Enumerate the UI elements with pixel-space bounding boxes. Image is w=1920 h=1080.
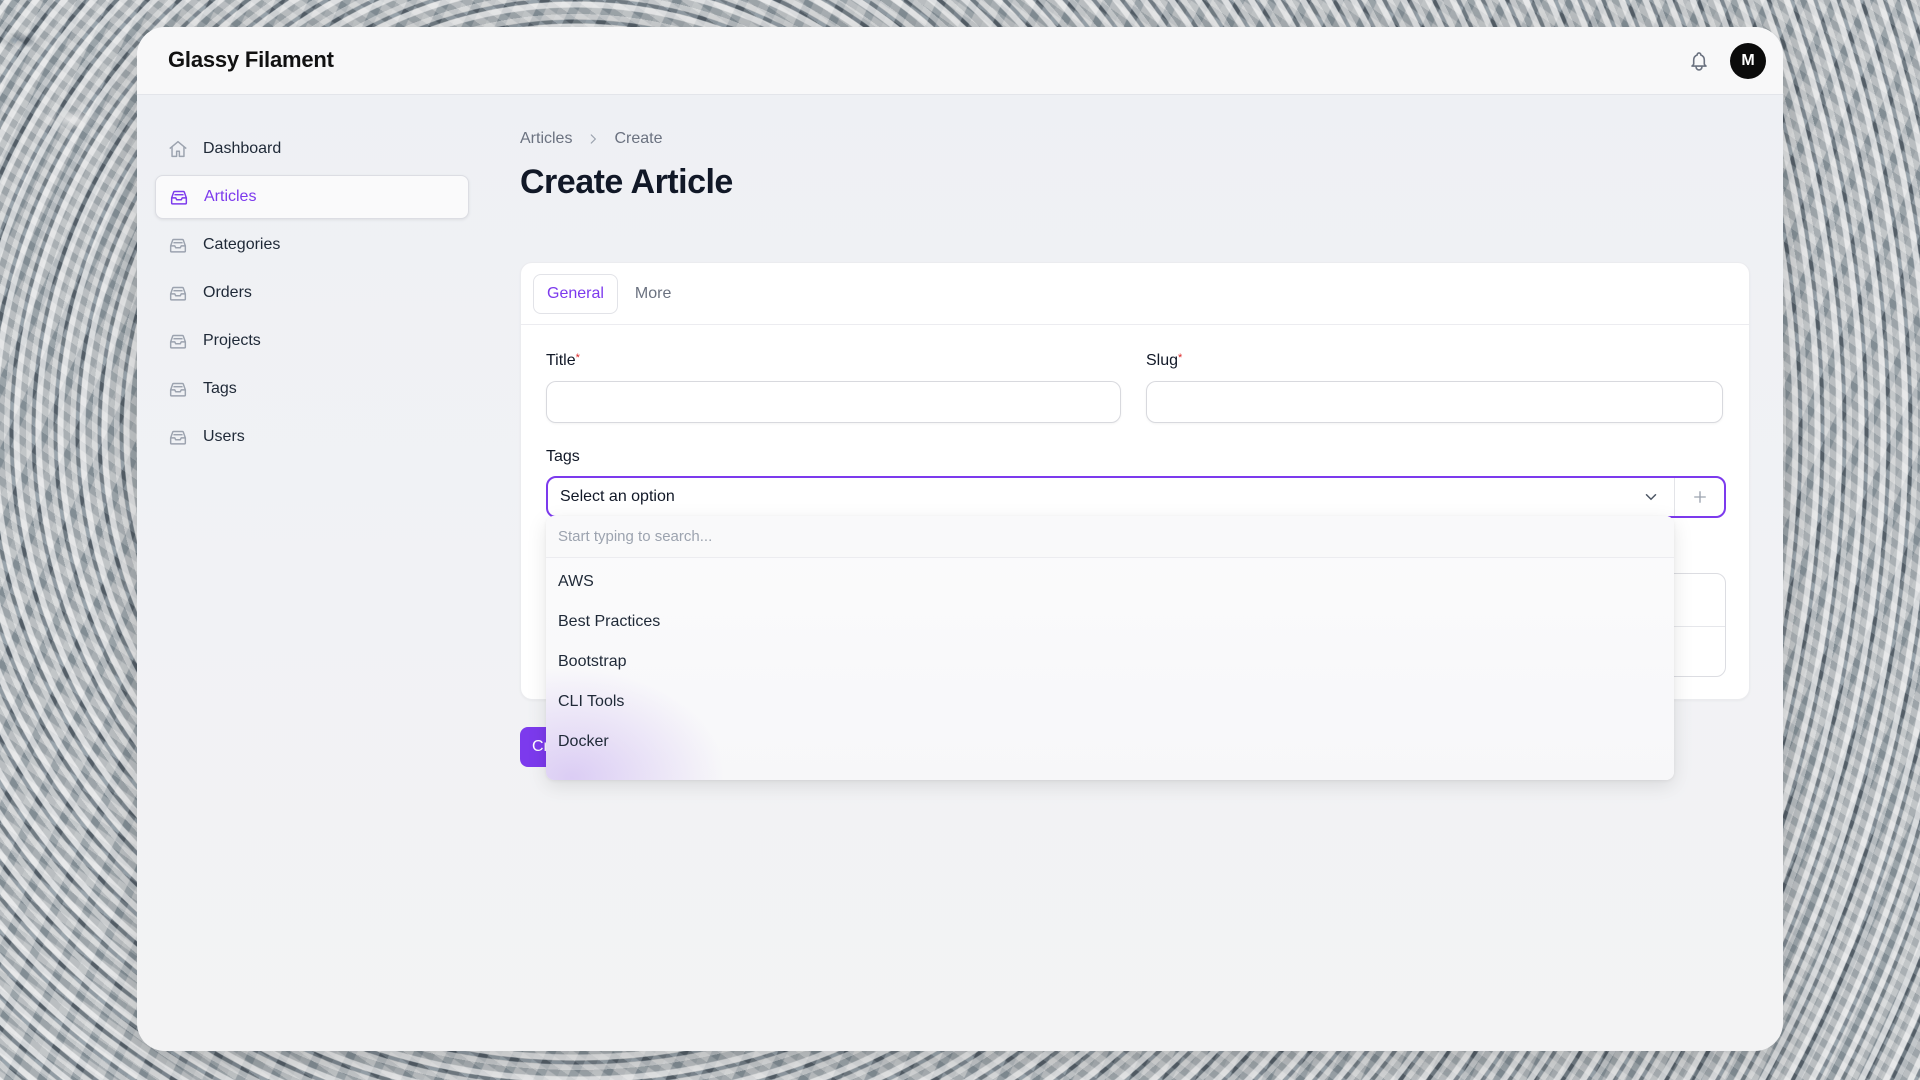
dropdown-option[interactable]: Docker bbox=[546, 722, 1674, 762]
chevron-down-icon[interactable] bbox=[1642, 488, 1660, 506]
inbox-stack-icon bbox=[170, 190, 188, 205]
brand-name[interactable]: Glassy Filament bbox=[168, 47, 334, 73]
title-input[interactable] bbox=[546, 381, 1121, 423]
sidebar-item-dashboard[interactable]: Dashboard bbox=[155, 127, 469, 171]
sidebar-item-label: Categories bbox=[203, 236, 281, 253]
breadcrumb: Articles Create bbox=[520, 127, 1750, 151]
inbox-stack-icon bbox=[169, 238, 187, 253]
dropdown-option[interactable]: Best Practices bbox=[546, 602, 1674, 642]
topbar: Glassy Filament M bbox=[137, 27, 1783, 95]
tab-general[interactable]: General bbox=[533, 273, 618, 314]
slug-field-label: Slug* bbox=[1146, 352, 1182, 370]
breadcrumb-current: Create bbox=[614, 130, 663, 147]
add-tag-button[interactable] bbox=[1674, 478, 1724, 516]
inbox-stack-icon bbox=[169, 382, 187, 397]
sidebar-item-articles[interactable]: Articles bbox=[155, 175, 469, 219]
sidebar-item-label: Orders bbox=[203, 284, 252, 301]
plus-icon bbox=[1693, 491, 1706, 503]
tags-select[interactable]: Select an option bbox=[546, 476, 1726, 518]
main-content: Articles Create Create Article General M… bbox=[520, 127, 1750, 767]
sidebar-item-label: Dashboard bbox=[203, 140, 282, 157]
required-marker: * bbox=[1178, 352, 1183, 364]
dropdown-search-input[interactable]: Start typing to search... bbox=[546, 516, 1674, 558]
user-avatar[interactable]: M bbox=[1730, 43, 1766, 79]
notification-bell-icon[interactable] bbox=[1687, 49, 1711, 73]
sidebar-item-label: Projects bbox=[203, 332, 261, 349]
sidebar-item-categories[interactable]: Categories bbox=[155, 223, 469, 267]
sidebar-item-orders[interactable]: Orders bbox=[155, 271, 469, 315]
sidebar-item-projects[interactable]: Projects bbox=[155, 319, 469, 363]
tags-dropdown: Start typing to search... AWS Best Pract… bbox=[546, 516, 1674, 780]
dropdown-option[interactable]: CLI Tools bbox=[546, 682, 1674, 722]
dropdown-option[interactable]: Bootstrap bbox=[546, 642, 1674, 682]
dropdown-option[interactable]: AWS bbox=[546, 562, 1674, 602]
dropdown-options: AWS Best Practices Bootstrap CLI Tools D… bbox=[546, 558, 1674, 762]
form-tabs: General More bbox=[521, 263, 1749, 325]
chevron-right-icon bbox=[591, 134, 597, 144]
slug-label-text: Slug bbox=[1146, 352, 1179, 369]
title-label-text: Title bbox=[546, 352, 576, 369]
page-title: Create Article bbox=[520, 163, 733, 201]
inbox-stack-icon bbox=[169, 286, 187, 301]
sidebar-item-tags[interactable]: Tags bbox=[155, 367, 469, 411]
sidebar-item-label: Tags bbox=[203, 380, 237, 397]
sidebar-item-users[interactable]: Users bbox=[155, 415, 469, 459]
inbox-stack-icon bbox=[169, 430, 187, 445]
sidebar-item-label: Users bbox=[203, 428, 245, 445]
tab-more[interactable]: More bbox=[622, 274, 684, 314]
inbox-stack-icon bbox=[169, 334, 187, 349]
tags-field-label: Tags bbox=[546, 448, 580, 465]
slug-input[interactable] bbox=[1146, 381, 1723, 423]
required-marker: * bbox=[575, 352, 580, 364]
home-icon bbox=[169, 140, 187, 158]
sidebar-item-label: Articles bbox=[204, 188, 257, 205]
title-field-label: Title* bbox=[546, 352, 580, 370]
app-window: Glassy Filament M Dashboard Articles Cat… bbox=[137, 27, 1783, 1051]
breadcrumb-articles-link[interactable]: Articles bbox=[520, 130, 572, 148]
sidebar: Dashboard Articles Categories Orders Pro… bbox=[155, 127, 469, 463]
tags-select-value: Select an option bbox=[560, 488, 675, 505]
